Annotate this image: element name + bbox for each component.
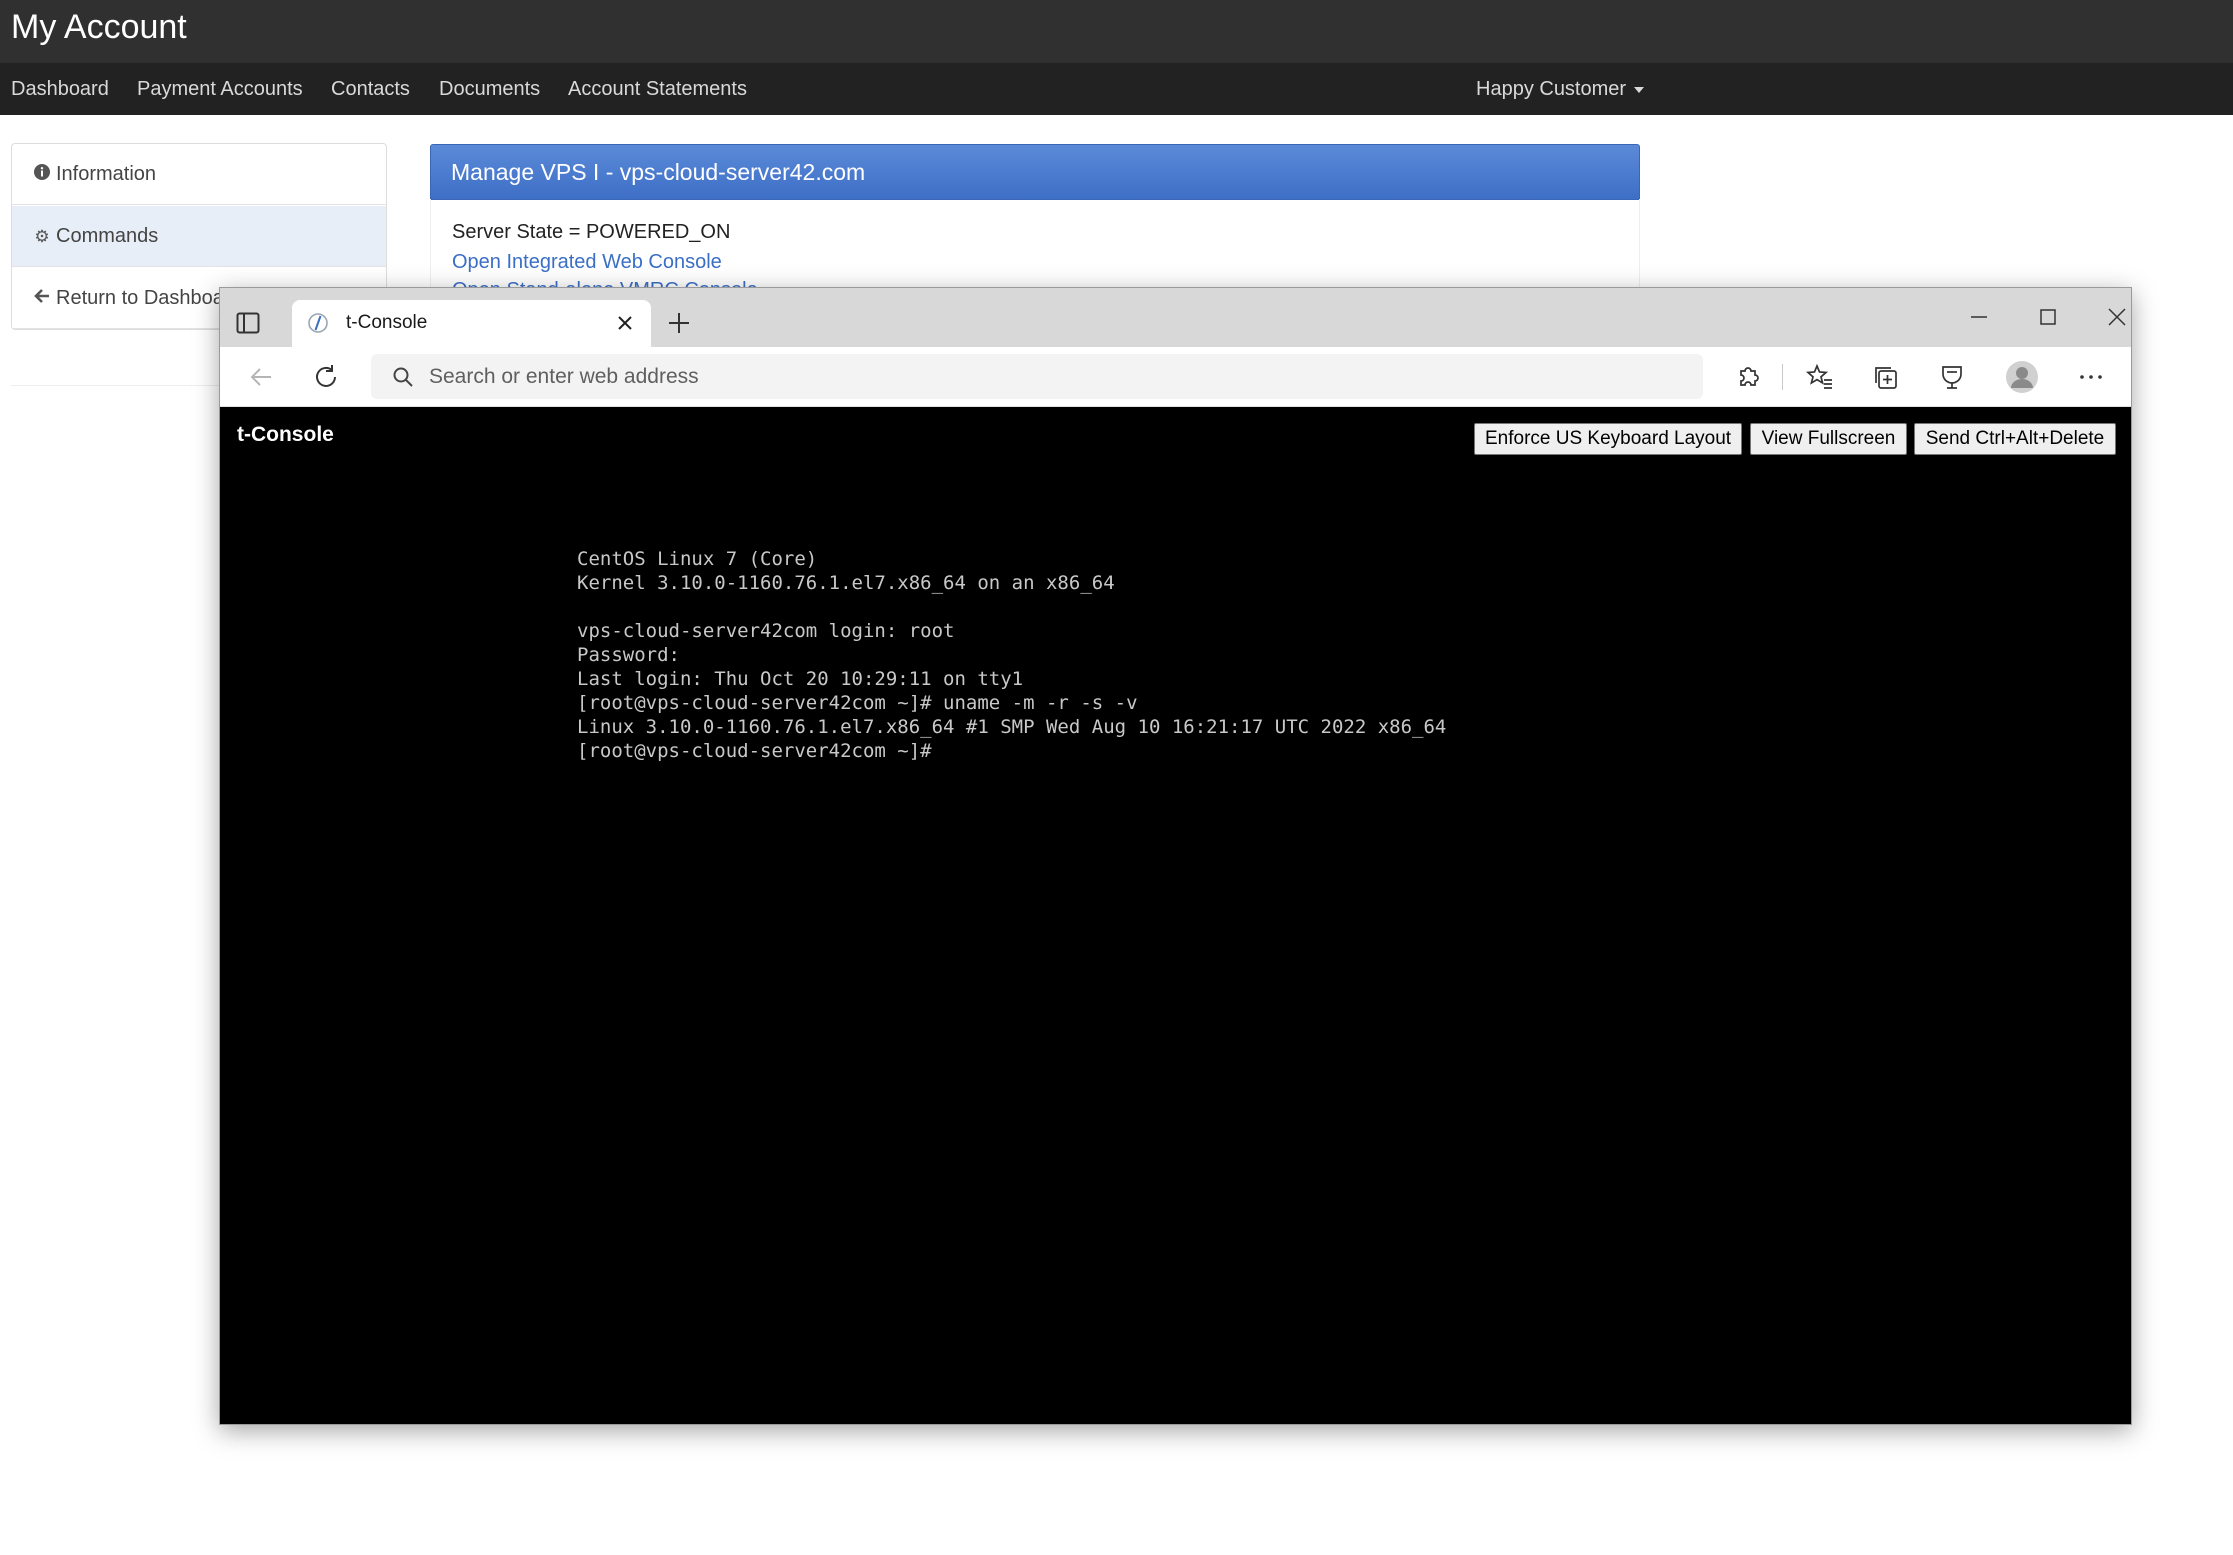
maximize-icon[interactable] — [2023, 300, 2073, 334]
page-favicon-icon — [308, 313, 328, 333]
profile-avatar-icon[interactable] — [2005, 360, 2039, 394]
back-icon[interactable] — [246, 362, 276, 392]
terminal-line: Last login: Thu Oct 20 10:29:11 on tty1 — [577, 668, 1024, 690]
tab-actions-icon[interactable] — [236, 312, 260, 334]
sidebar-item-label: Information — [56, 163, 157, 185]
sidebar-item-label: Commands — [56, 225, 159, 247]
view-fullscreen-button[interactable]: View Fullscreen — [1750, 423, 1907, 455]
browser-essentials-icon[interactable] — [1937, 362, 1967, 392]
tab-strip: t-Console — [220, 288, 2131, 347]
toolbar-divider — [1782, 364, 1783, 390]
caret-down-icon — [1634, 86, 1645, 93]
nav-contacts[interactable]: Contacts — [331, 76, 410, 102]
close-tab-icon[interactable] — [614, 312, 636, 334]
sidebar-item-commands[interactable]: ⚙ Commands — [12, 206, 386, 267]
terminal-line: vps-cloud-server42com login: root — [577, 620, 955, 642]
arrow-left-icon — [34, 269, 50, 329]
user-menu[interactable]: Happy Customer — [1476, 76, 1645, 102]
nav-documents[interactable]: Documents — [439, 76, 540, 102]
nav-dashboard[interactable]: Dashboard — [11, 76, 109, 102]
terminal-line: [root@vps-cloud-server42com ~]# uname -m… — [577, 692, 1138, 714]
sidebar-item-information[interactable]: Information — [12, 144, 386, 205]
extensions-icon[interactable] — [1733, 362, 1763, 392]
terminal-line: [root@vps-cloud-server42com ~]# — [577, 740, 932, 762]
user-menu-label: Happy Customer — [1476, 78, 1627, 100]
tab-title: t-Console — [346, 312, 428, 333]
more-menu-icon[interactable] — [2076, 362, 2106, 392]
close-window-icon[interactable] — [2092, 300, 2131, 334]
app-title: My Account — [11, 8, 187, 46]
favorites-icon[interactable] — [1805, 362, 1835, 392]
terminal-line: Password: — [577, 644, 680, 666]
vps-panel-title: Manage VPS I - vps-cloud-server42.com — [451, 159, 866, 185]
send-ctrl-alt-delete-button[interactable]: Send Ctrl+Alt+Delete — [1914, 423, 2116, 455]
nav-payment-accounts[interactable]: Payment Accounts — [137, 76, 303, 102]
collections-icon[interactable] — [1871, 362, 1901, 392]
console-viewport[interactable]: t-Console Enforce US Keyboard Layout Vie… — [220, 407, 2131, 1424]
address-bar[interactable] — [371, 354, 1703, 399]
address-input[interactable] — [429, 362, 1689, 392]
main-nav: Dashboard Payment Accounts Contacts Docu… — [0, 63, 2233, 115]
terminal-output: CentOS Linux 7 (Core) Kernel 3.10.0-1160.… — [577, 547, 1446, 763]
terminal-line: Linux 3.10.0-1160.76.1.el7.x86_64 #1 SMP… — [577, 716, 1447, 738]
browser-window: t-Console Search or enter web address t-… — [219, 287, 2132, 1425]
minimize-icon[interactable] — [1954, 300, 2004, 334]
vps-panel-body — [430, 199, 1640, 289]
console-title: t-Console — [237, 423, 334, 446]
sidebar-item-label: Return to Dashboard — [56, 287, 242, 309]
browser-tab[interactable]: t-Console — [292, 300, 651, 347]
enforce-keyboard-button[interactable]: Enforce US Keyboard Layout — [1474, 423, 1742, 455]
info-icon — [34, 145, 50, 205]
open-web-console-link[interactable]: Open Integrated Web Console — [452, 251, 722, 274]
terminal-line: Kernel 3.10.0-1160.76.1.el7.x86_64 on an… — [577, 572, 1115, 594]
browser-toolbar — [220, 347, 2131, 407]
vps-panel-header: Manage VPS I - vps-cloud-server42.com — [430, 144, 1640, 200]
server-state: Server State = POWERED_ON — [452, 221, 731, 243]
search-icon — [391, 365, 415, 389]
terminal-line: CentOS Linux 7 (Core) — [577, 548, 818, 570]
new-tab-icon[interactable] — [666, 310, 692, 336]
refresh-icon[interactable] — [311, 362, 341, 392]
nav-account-statements[interactable]: Account Statements — [568, 76, 747, 102]
gear-icon: ⚙ — [34, 227, 50, 246]
top-header: My Account — [0, 0, 2233, 63]
